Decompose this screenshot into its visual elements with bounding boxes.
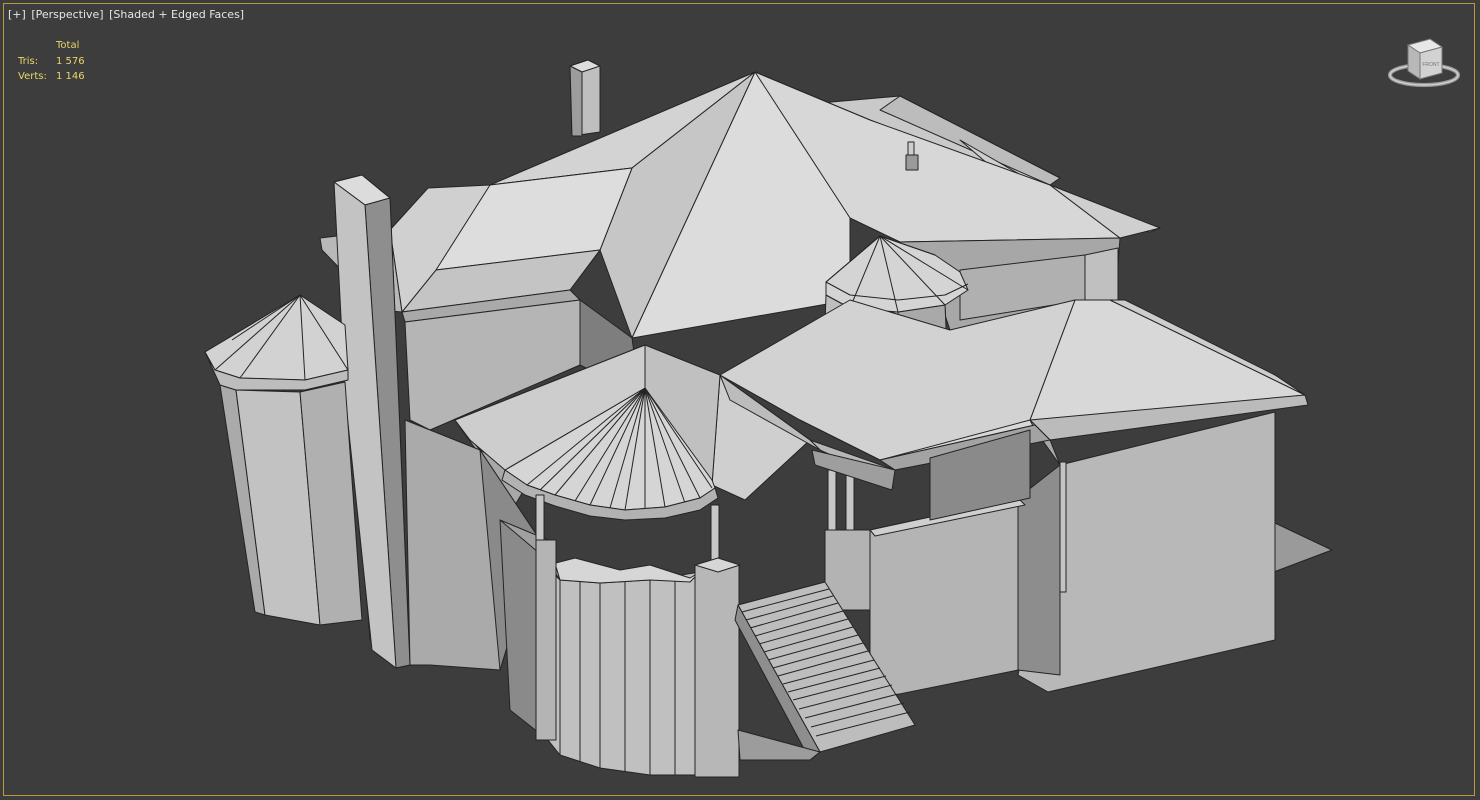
stats-header: Total: [56, 40, 80, 51]
house-3d-model[interactable]: [0, 0, 1480, 800]
viewcube-face-label: FRONT: [1422, 62, 1439, 68]
mesh-face: [204, 294, 349, 381]
perspective-viewport[interactable]: [+] [Perspective] [Shaded + Edged Faces]…: [0, 0, 1480, 800]
viewport-menu-button[interactable]: [+]: [8, 8, 26, 21]
viewport-labels: [+] [Perspective] [Shaded + Edged Faces]: [8, 8, 246, 21]
stats-verts-value: 1 146: [56, 71, 85, 82]
porch-column: [845, 469, 855, 536]
stats-row-verts: Verts: 1 146: [18, 69, 85, 85]
viewcube-icon[interactable]: FRONT: [1386, 35, 1462, 93]
stats-tris-value: 1 576: [56, 55, 85, 67]
stats-row-tris: Tris: 1 576: [18, 54, 85, 70]
porch-column: [535, 539, 557, 741]
stats-verts-label: Verts:: [18, 71, 47, 82]
downspout: [1059, 461, 1067, 593]
mesh-face: [539, 559, 701, 776]
mesh-face: [1084, 247, 1119, 306]
view-mode-label[interactable]: [Perspective]: [31, 8, 103, 21]
porch-column: [827, 469, 837, 531]
porch-column: [694, 564, 740, 778]
mesh-face: [547, 557, 701, 584]
mesh-face: [569, 65, 583, 137]
stats-tris-label: Tris:: [18, 55, 39, 67]
shading-mode-label[interactable]: [Shaded + Edged Faces]: [109, 8, 244, 21]
scene-statistics: Total Tris: 1 576 Verts: 1 146: [18, 38, 85, 85]
porch-column: [535, 494, 545, 546]
